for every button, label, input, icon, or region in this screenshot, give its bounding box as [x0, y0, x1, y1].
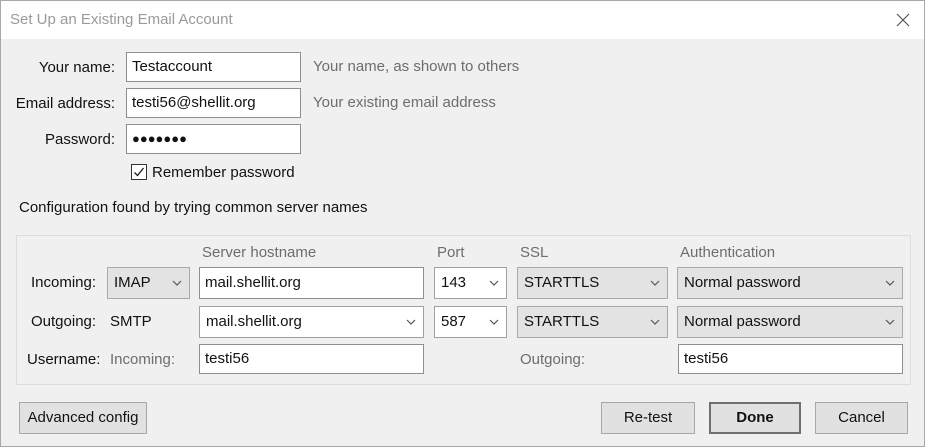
incoming-ssl-value: STARTTLS	[524, 274, 600, 291]
dialog-title: Set Up an Existing Email Account	[10, 11, 233, 28]
header-port: Port	[437, 244, 465, 261]
outgoing-port-value: 587	[441, 313, 467, 330]
chevron-down-icon	[172, 280, 182, 286]
outgoing-port-select[interactable]: 587	[434, 306, 507, 338]
outgoing-username-input[interactable]: testi56	[678, 344, 903, 374]
incoming-label: Incoming:	[31, 274, 97, 291]
chevron-down-icon	[489, 319, 499, 325]
cancel-button[interactable]: Cancel	[815, 402, 908, 434]
outgoing-auth-value: Normal password	[684, 313, 801, 330]
outgoing-auth-select[interactable]: Normal password	[677, 306, 903, 338]
close-icon	[896, 13, 910, 27]
title-bar: Set Up an Existing Email Account	[1, 1, 924, 39]
incoming-port-select[interactable]: 143	[434, 267, 507, 299]
outgoing-hostname-value: mail.shellit.org	[206, 313, 302, 330]
incoming-hostname-input[interactable]: mail.shellit.org	[199, 267, 424, 299]
header-hostname: Server hostname	[202, 244, 317, 261]
status-message: Configuration found by trying common ser…	[19, 199, 368, 216]
close-button[interactable]	[887, 5, 919, 35]
outgoing-label: Outgoing:	[31, 313, 97, 330]
incoming-auth-value: Normal password	[684, 274, 801, 291]
header-ssl: SSL	[520, 244, 549, 261]
password-label: Password:	[44, 131, 115, 148]
email-label: Email address:	[15, 95, 115, 112]
outgoing-ssl-value: STARTTLS	[524, 313, 600, 330]
done-button[interactable]: Done	[709, 402, 801, 434]
username-outgoing-label: Outgoing:	[520, 351, 586, 368]
chevron-down-icon	[406, 319, 416, 325]
remember-password-checkbox[interactable]	[131, 164, 147, 180]
username-incoming-label: Incoming:	[110, 351, 176, 368]
incoming-ssl-select[interactable]: STARTTLS	[517, 267, 668, 299]
incoming-protocol-select[interactable]: IMAP	[107, 267, 190, 299]
email-input[interactable]: testi56@shellit.org	[126, 88, 301, 118]
chevron-down-icon	[650, 280, 660, 286]
chevron-down-icon	[650, 319, 660, 325]
email-hint: Your existing email address	[313, 94, 496, 111]
outgoing-ssl-select[interactable]: STARTTLS	[517, 306, 668, 338]
chevron-down-icon	[885, 319, 895, 325]
setup-email-dialog: Set Up an Existing Email Account Your na…	[0, 0, 925, 447]
name-label: Your name:	[38, 59, 115, 76]
username-label: Username:	[27, 351, 101, 368]
name-input[interactable]: Testaccount	[126, 52, 301, 82]
outgoing-protocol: SMTP	[110, 313, 152, 330]
chevron-down-icon	[489, 280, 499, 286]
chevron-down-icon	[885, 280, 895, 286]
header-authentication: Authentication	[680, 244, 776, 261]
remember-password-label[interactable]: Remember password	[152, 164, 295, 181]
name-hint: Your name, as shown to others	[313, 58, 520, 75]
incoming-protocol-value: IMAP	[114, 274, 151, 291]
retest-button[interactable]: Re-test	[601, 402, 695, 434]
password-input[interactable]: ●●●●●●●	[126, 124, 301, 154]
incoming-port-value: 143	[441, 274, 467, 291]
advanced-config-button[interactable]: Advanced config	[19, 402, 147, 434]
incoming-auth-select[interactable]: Normal password	[677, 267, 903, 299]
incoming-username-input[interactable]: testi56	[199, 344, 424, 374]
checkmark-icon	[134, 167, 145, 177]
outgoing-hostname-combobox[interactable]: mail.shellit.org	[199, 306, 424, 338]
